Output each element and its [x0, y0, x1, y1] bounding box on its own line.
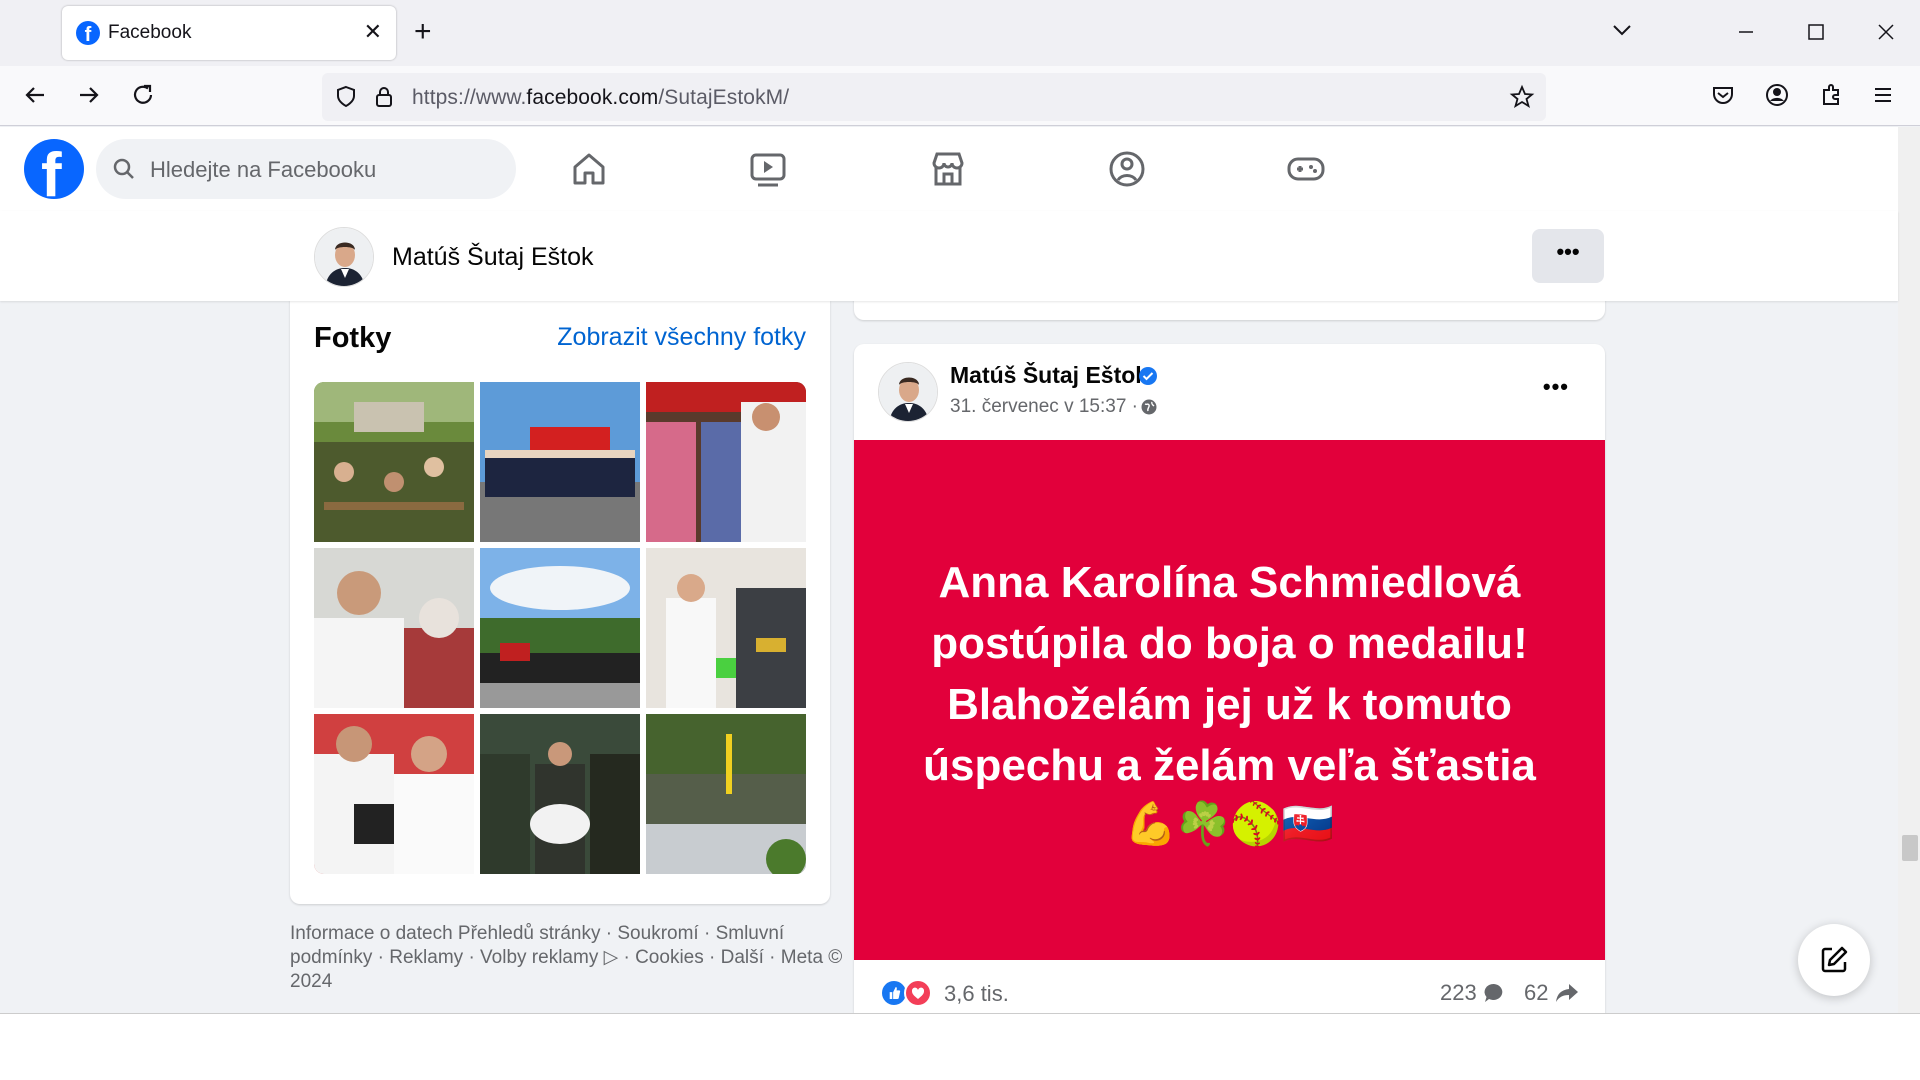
browser-nav-bar: https://www.facebook.com/SutajEstokM/: [0, 66, 1920, 126]
lock-icon[interactable]: [370, 83, 398, 111]
photo-thumbnail[interactable]: [480, 714, 640, 874]
logo-letter: f: [41, 141, 62, 199]
photo-thumbnail[interactable]: [646, 548, 806, 708]
avatar[interactable]: [314, 227, 374, 287]
search-placeholder: Hledejte na Facebooku: [150, 157, 377, 182]
menu-icon[interactable]: [1868, 80, 1898, 110]
reload-icon[interactable]: [128, 80, 158, 110]
marketplace-icon[interactable]: [926, 147, 970, 191]
post-timestamp[interactable]: 31. červenec v 15:37 ·: [950, 396, 1138, 418]
browser-tab[interactable]: f Facebook ✕: [62, 6, 396, 60]
home-icon[interactable]: [567, 147, 611, 191]
page-scrollbar[interactable]: [1898, 127, 1920, 1013]
facebook-search-input[interactable]: Hledejte na Facebooku: [96, 139, 516, 199]
new-message-button[interactable]: [1798, 924, 1870, 996]
compose-icon: [1821, 946, 1848, 973]
page-title[interactable]: Matúš Šutaj Eštok: [392, 243, 593, 272]
page-more-button[interactable]: •••: [1532, 229, 1604, 283]
photo-thumbnail[interactable]: [646, 714, 806, 874]
post-image-text: Anna Karolína Schmiedlová postúpila do b…: [923, 558, 1536, 790]
url-bar[interactable]: https://www.facebook.com/SutajEstokM/: [322, 73, 1546, 121]
photo-thumbnail[interactable]: [480, 548, 640, 708]
love-reaction-icon[interactable]: [904, 979, 932, 1007]
tab-close-icon[interactable]: ✕: [364, 19, 382, 45]
photo-thumbnail[interactable]: [314, 714, 474, 874]
extensions-icon[interactable]: [1816, 80, 1846, 110]
post-avatar[interactable]: [878, 362, 938, 422]
photo-thumbnail[interactable]: [646, 382, 806, 542]
shield-icon[interactable]: [332, 83, 360, 111]
see-all-photos-link[interactable]: Zobrazit všechny fotky: [557, 323, 806, 352]
back-arrow-icon[interactable]: [20, 80, 50, 110]
facebook-favicon-icon: f: [76, 21, 100, 45]
window-close-icon[interactable]: [1868, 14, 1904, 50]
chevron-down-icon[interactable]: [1610, 18, 1634, 42]
share-count-value: 62: [1524, 980, 1549, 1005]
post-author[interactable]: Matúš Šutaj Eštok: [950, 362, 1148, 389]
url-domain: facebook.com: [526, 86, 659, 109]
avatar-image: [315, 228, 373, 286]
photo-thumbnail[interactable]: [480, 382, 640, 542]
search-icon: [113, 158, 134, 179]
post-more-button[interactable]: •••: [1543, 374, 1569, 400]
scrollbar-thumb[interactable]: [1902, 835, 1918, 861]
verified-badge-icon: [1139, 367, 1157, 385]
bottom-panel: [0, 1013, 1920, 1080]
url-text[interactable]: https://www.facebook.com/SutajEstokM/: [412, 86, 789, 110]
comment-count-value: 223: [1440, 980, 1477, 1005]
pocket-icon[interactable]: [1708, 80, 1738, 110]
photo-thumbnail[interactable]: [314, 548, 474, 708]
account-icon[interactable]: [1762, 80, 1792, 110]
maximize-icon[interactable]: [1798, 14, 1834, 50]
facebook-header: f Hledejte na Facebooku: [0, 127, 1898, 211]
bookmark-star-icon[interactable]: [1508, 83, 1536, 111]
avatar-image: [879, 363, 937, 421]
page-header-bar: Matúš Šutaj Eštok •••: [0, 211, 1898, 301]
photo-thumbnail[interactable]: [314, 382, 474, 542]
url-path: /SutajEstokM/: [658, 86, 790, 109]
groups-icon[interactable]: [1105, 147, 1149, 191]
share-arrow-icon: [1555, 984, 1578, 1002]
footer-links[interactable]: Informace o datech Přehledů stránky · So…: [290, 922, 850, 994]
new-tab-button[interactable]: +: [414, 16, 432, 48]
gaming-icon[interactable]: [1284, 147, 1328, 191]
tab-title: Facebook: [108, 22, 192, 43]
photo-grid: [314, 382, 806, 874]
share-count[interactable]: 62: [1524, 980, 1579, 1006]
facebook-logo[interactable]: f: [24, 139, 84, 199]
minimize-icon[interactable]: [1728, 14, 1764, 50]
url-prefix: https://www.: [412, 86, 527, 109]
photos-card: Fotky Zobrazit všechny fotky: [290, 300, 830, 904]
comment-count[interactable]: 223: [1440, 980, 1505, 1006]
comment-bubble-icon: [1484, 983, 1503, 1002]
globe-icon: [1141, 399, 1157, 415]
reaction-count[interactable]: 3,6 tis.: [944, 981, 1009, 1007]
video-icon[interactable]: [746, 147, 790, 191]
browser-tab-bar: f Facebook ✕ +: [0, 0, 1920, 66]
forward-arrow-icon[interactable]: [74, 80, 104, 110]
photos-title: Fotky: [314, 322, 392, 354]
post-card: Matúš Šutaj Eštok 31. červenec v 15:37 ·…: [854, 344, 1605, 1064]
post-image-emoji: 💪☘️🥎🇸🇰: [1124, 800, 1335, 847]
post-image[interactable]: Anna Karolína Schmiedlová postúpila do b…: [854, 440, 1605, 960]
